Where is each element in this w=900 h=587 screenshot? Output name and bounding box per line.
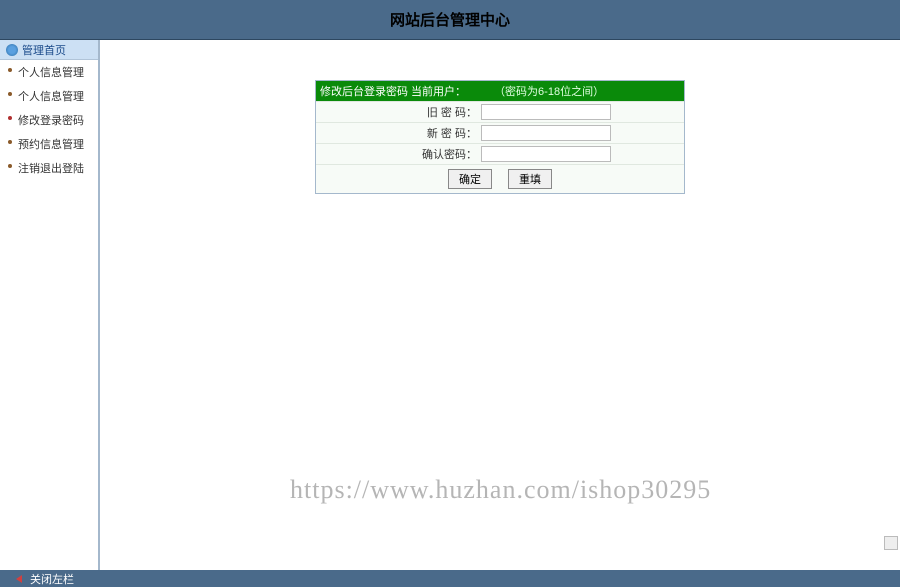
header-bar: 网站后台管理中心: [0, 0, 900, 40]
sidebar-item-logout[interactable]: 注销退出登陆: [0, 156, 98, 180]
confirm-password-input[interactable]: [481, 146, 611, 162]
home-icon: [6, 44, 18, 56]
old-password-input[interactable]: [481, 104, 611, 120]
confirm-password-label: 确认密码：: [316, 146, 481, 162]
sidebar-home[interactable]: 管理首页: [0, 40, 98, 60]
sidebar-item-profile-1[interactable]: 个人信息管理: [0, 60, 98, 84]
form-row-new-password: 新 密 码：: [316, 122, 684, 143]
new-password-input[interactable]: [481, 125, 611, 141]
scroll-corner-icon: [884, 536, 898, 550]
sidebar-item-change-password[interactable]: 修改登录密码: [0, 108, 98, 132]
sidebar-item-label: 个人信息管理: [18, 91, 84, 103]
reset-button[interactable]: 重填: [508, 169, 552, 189]
sidebar-home-label: 管理首页: [22, 42, 66, 58]
collapse-arrow-icon[interactable]: [16, 575, 22, 583]
change-password-panel: 修改后台登录密码 当前用户： （密码为6-18位之间） 旧 密 码： 新 密 码…: [315, 80, 685, 194]
page-title: 网站后台管理中心: [390, 9, 510, 30]
form-row-old-password: 旧 密 码：: [316, 101, 684, 122]
close-sidebar-label[interactable]: 关闭左栏: [30, 571, 74, 587]
sidebar-item-label: 注销退出登陆: [18, 163, 84, 175]
content-area: 修改后台登录密码 当前用户： （密码为6-18位之间） 旧 密 码： 新 密 码…: [100, 40, 900, 570]
sidebar-item-label: 预约信息管理: [18, 139, 84, 151]
form-header: 修改后台登录密码 当前用户： （密码为6-18位之间）: [316, 81, 684, 101]
sidebar-item-reservations[interactable]: 预约信息管理: [0, 132, 98, 156]
footer-bar: 关闭左栏: [0, 570, 900, 587]
old-password-label: 旧 密 码：: [316, 104, 481, 120]
sidebar-item-label: 修改登录密码: [18, 115, 84, 127]
sidebar-item-label: 个人信息管理: [18, 67, 84, 79]
new-password-label: 新 密 码：: [316, 125, 481, 141]
submit-button[interactable]: 确定: [448, 169, 492, 189]
main-area: 管理首页 个人信息管理 个人信息管理 修改登录密码 预约信息管理 注销退出登陆 …: [0, 40, 900, 570]
sidebar: 管理首页 个人信息管理 个人信息管理 修改登录密码 预约信息管理 注销退出登陆: [0, 40, 100, 570]
form-header-prefix: 修改后台登录密码 当前用户：: [320, 83, 466, 99]
form-hint: （密码为6-18位之间）: [494, 83, 604, 99]
sidebar-item-profile-2[interactable]: 个人信息管理: [0, 84, 98, 108]
form-row-confirm-password: 确认密码：: [316, 143, 684, 164]
watermark-text: https://www.huzhan.com/ishop30295: [290, 475, 711, 505]
form-buttons: 确定 重填: [316, 164, 684, 193]
